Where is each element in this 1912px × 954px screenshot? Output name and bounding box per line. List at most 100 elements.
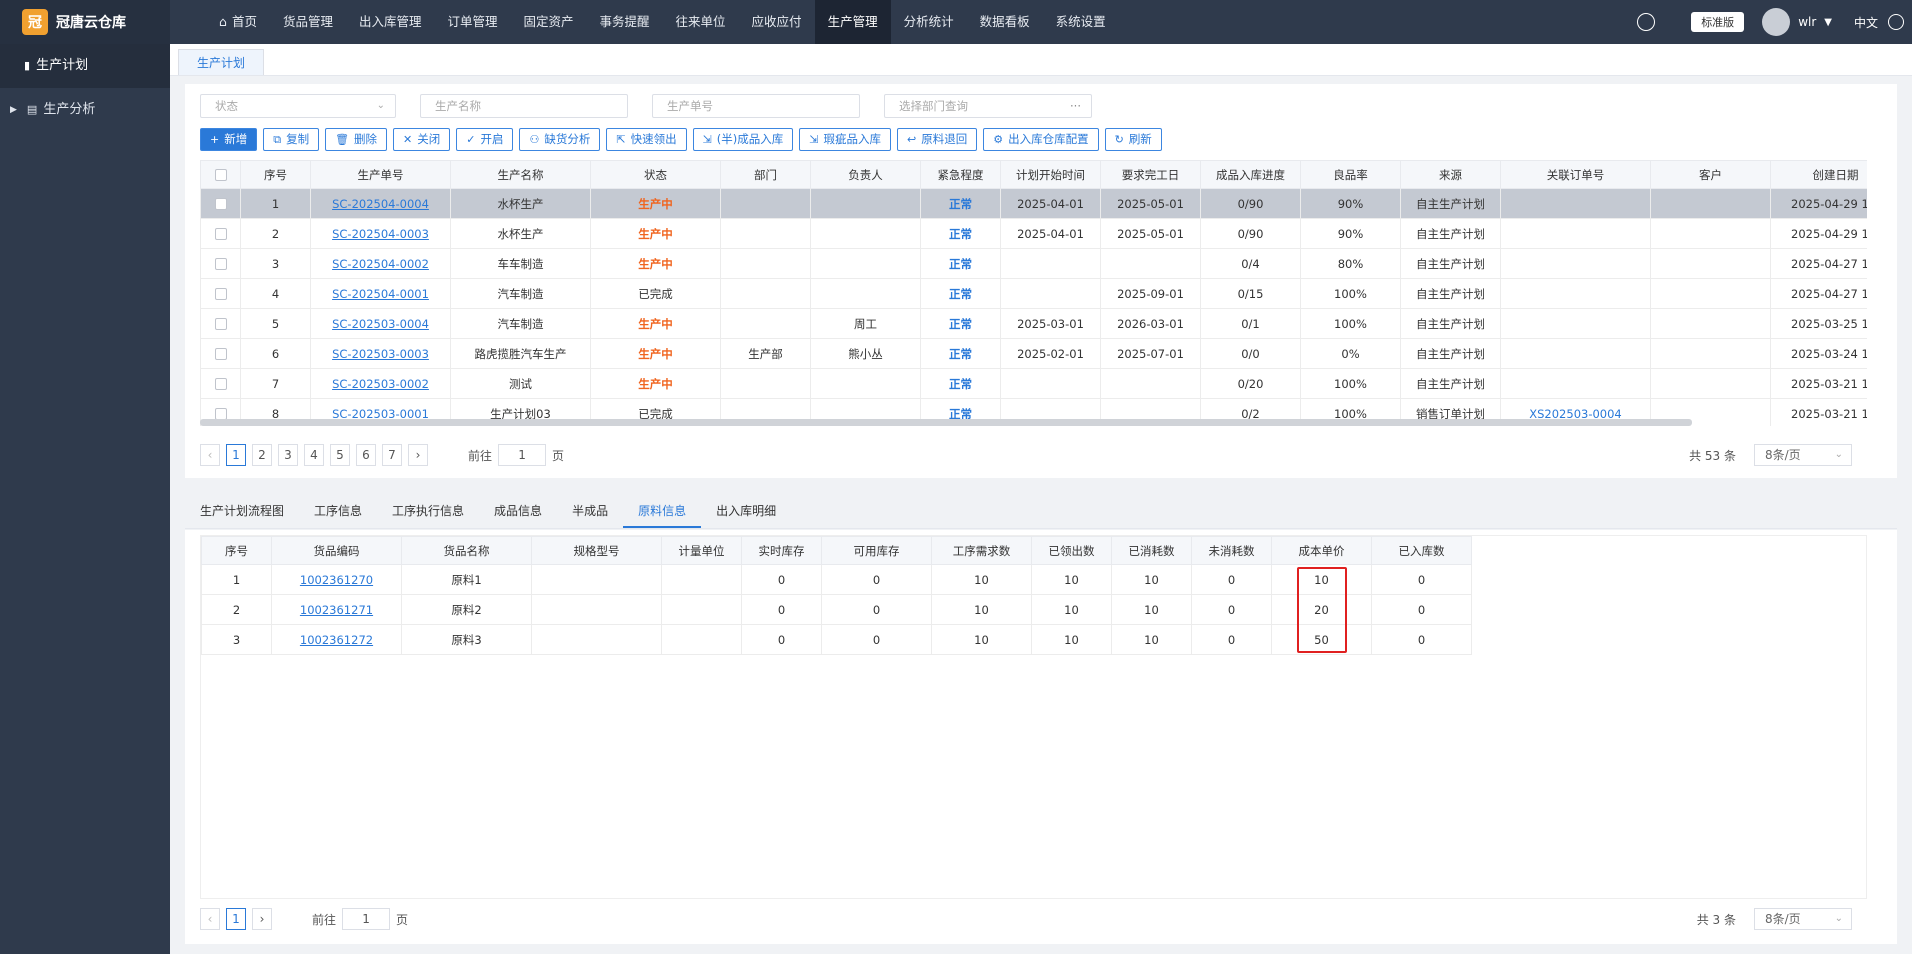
nav-item-10[interactable]: 数据看板 [967,0,1043,44]
table-row[interactable]: 4 SC-202504-0001 汽车制造 已完成 正常 2025-09-01 0/15 10… [200,278,1867,309]
row-checkbox[interactable] [214,378,227,390]
toolbar-button-9[interactable]: ↩ 原料退回 [897,128,978,151]
app-logo[interactable]: 冠 冠唐云仓库 [0,0,170,44]
sidebar-item-production-analysis[interactable]: ▶ ▤ 生产分析 [0,88,170,132]
column-header[interactable]: 部门 [720,160,811,189]
toolbar-button-3[interactable]: ✕ 关闭 [393,128,451,151]
row-checkbox-cell[interactable] [200,278,241,309]
table-cell[interactable]: SC-202504-0003 [310,218,451,249]
column-header[interactable]: 良品率 [1300,160,1401,189]
row-checkbox[interactable] [214,318,227,330]
row-checkbox-cell[interactable] [200,248,241,279]
table-row[interactable]: 5 SC-202503-0004 汽车制造 生产中 周工 正常 2025-03-01 2026… [200,308,1867,339]
column-header[interactable]: 状态 [590,160,721,189]
table-cell[interactable]: SC-202503-0004 [310,308,451,339]
toolbar-button-1[interactable]: ⧉ 复制 [263,128,320,151]
column-header[interactable]: 已消耗数 [1111,536,1192,565]
column-header[interactable]: 生产单号 [310,160,451,189]
page-button[interactable]: 3 [278,444,298,466]
tab-production-plan[interactable]: 生产计划 [178,49,265,75]
nav-item-3[interactable]: 订单管理 [434,0,510,44]
table-cell[interactable]: 1002361270 [271,564,402,595]
table-cell[interactable]: SC-202504-0001 [310,278,451,309]
column-header[interactable]: 来源 [1400,160,1501,189]
table-row[interactable]: 6 SC-202503-0003 路虎揽胜汽车生产 生产中 生产部 熊小丛 正常 2025-0… [200,338,1867,369]
table-row[interactable]: 3 SC-202504-0002 车车制造 生产中 正常 0/4 80% 自主生产计划 2025… [200,248,1867,279]
column-header[interactable]: 可用库存 [821,536,932,565]
toolbar-button-6[interactable]: ⇱ 快速领出 [606,128,687,151]
edition-badge[interactable]: 标准版 [1691,12,1745,32]
department-select[interactable]: 选择部门查询 ··· [884,94,1092,118]
page-button[interactable]: 5 [330,444,350,466]
nav-item-0[interactable]: ⌂ 首页 [206,0,270,44]
column-header[interactable]: 成本单价 [1271,536,1372,565]
toolbar-button-7[interactable]: ⇲ (半)成品入库 [692,128,794,151]
toolbar-button-4[interactable]: ✓ 开启 [456,128,514,151]
page-button[interactable]: 7 [382,444,402,466]
nav-item-5[interactable]: 事务提醒 [587,0,663,44]
detail-tab-2[interactable]: 工序执行信息 [377,496,479,528]
column-header[interactable]: 规格型号 [531,536,662,565]
toolbar-button-8[interactable]: ⇲ 瑕疵品入库 [799,128,891,151]
page-size-select[interactable]: 8条/页 ⌄ [1754,908,1852,930]
production-code-input[interactable]: 生产单号 [652,94,860,118]
avatar[interactable] [1762,8,1791,36]
table-row[interactable]: 7 SC-202503-0002 测试 生产中 正常 0/20 100% 自主生产计划 2025… [200,368,1867,399]
page-button[interactable]: 2 [252,444,272,466]
page-button[interactable]: 6 [356,444,376,466]
table-cell[interactable]: SC-202503-0002 [310,368,451,399]
column-header[interactable]: 紧急程度 [920,160,1001,189]
language-switch[interactable]: 中文 [1854,14,1878,31]
toolbar-button-11[interactable]: ↻ 刷新 [1104,128,1162,151]
goto-page-input[interactable]: 1 [498,444,547,466]
column-header[interactable]: 负责人 [810,160,921,189]
column-header[interactable]: 计量单位 [661,536,742,565]
column-header[interactable]: 关联订单号 [1500,160,1651,189]
table-cell[interactable]: SC-202504-0002 [310,248,451,279]
row-checkbox[interactable] [214,228,227,240]
row-checkbox-cell[interactable] [200,308,241,339]
column-header[interactable]: 序号 [201,536,272,565]
table-row[interactable]: 1 1002361270 原料1 0 0 10 10 10 0 10 0 [201,564,1472,595]
user-name[interactable]: wlr [1798,15,1816,29]
nav-item-4[interactable]: 固定资产 [511,0,587,44]
select-all-checkbox[interactable] [214,169,227,181]
production-name-input[interactable]: 生产名称 [420,94,628,118]
column-header[interactable]: 未消耗数 [1191,536,1272,565]
page-size-select[interactable]: 8条/页 ⌄ [1754,444,1852,466]
table-cell[interactable]: SC-202504-0004 [310,188,451,219]
table-row[interactable]: 1 SC-202504-0004 水杯生产 生产中 正常 2025-04-01 2025-0… [200,188,1867,219]
github-icon[interactable] [1637,13,1656,31]
table-cell[interactable]: 1002361272 [271,624,402,655]
row-checkbox-cell[interactable] [200,188,241,219]
next-page-button[interactable]: › [252,908,272,930]
nav-item-6[interactable]: 往来单位 [663,0,739,44]
nav-item-11[interactable]: 系统设置 [1043,0,1119,44]
prev-page-button[interactable]: ‹ [200,908,220,930]
prev-page-button[interactable]: ‹ [200,444,220,466]
globe-icon[interactable] [1888,14,1904,30]
column-header[interactable]: 已领出数 [1031,536,1112,565]
page-button[interactable]: 4 [304,444,324,466]
detail-tab-4[interactable]: 半成品 [557,496,623,528]
toolbar-button-10[interactable]: ⚙ 出入库仓库配置 [983,128,1099,151]
select-all-checkbox-cell[interactable] [200,160,241,189]
page-button[interactable]: 1 [226,444,246,466]
column-header[interactable]: 生产名称 [450,160,591,189]
column-header[interactable]: 计划开始时间 [1000,160,1101,189]
detail-tab-5[interactable]: 原料信息 [623,496,702,528]
status-select[interactable]: 状态 ⌄ [200,94,396,118]
column-header[interactable]: 要求完工日 [1100,160,1201,189]
next-page-button[interactable]: › [408,444,428,466]
column-header[interactable]: 货品名称 [401,536,532,565]
row-checkbox[interactable] [214,348,227,360]
nav-item-1[interactable]: 货品管理 [270,0,346,44]
table-row[interactable]: 2 SC-202504-0003 水杯生产 生产中 正常 2025-04-01 2025-0… [200,218,1867,249]
toolbar-button-2[interactable]: 🗑 删除 [325,128,388,151]
detail-tab-0[interactable]: 生产计划流程图 [185,496,299,528]
row-checkbox[interactable] [214,258,227,270]
row-checkbox[interactable] [214,288,227,300]
toolbar-button-5[interactable]: ⚇ 缺货分析 [519,128,601,151]
detail-tab-3[interactable]: 成品信息 [479,496,557,528]
row-checkbox[interactable] [214,198,227,210]
